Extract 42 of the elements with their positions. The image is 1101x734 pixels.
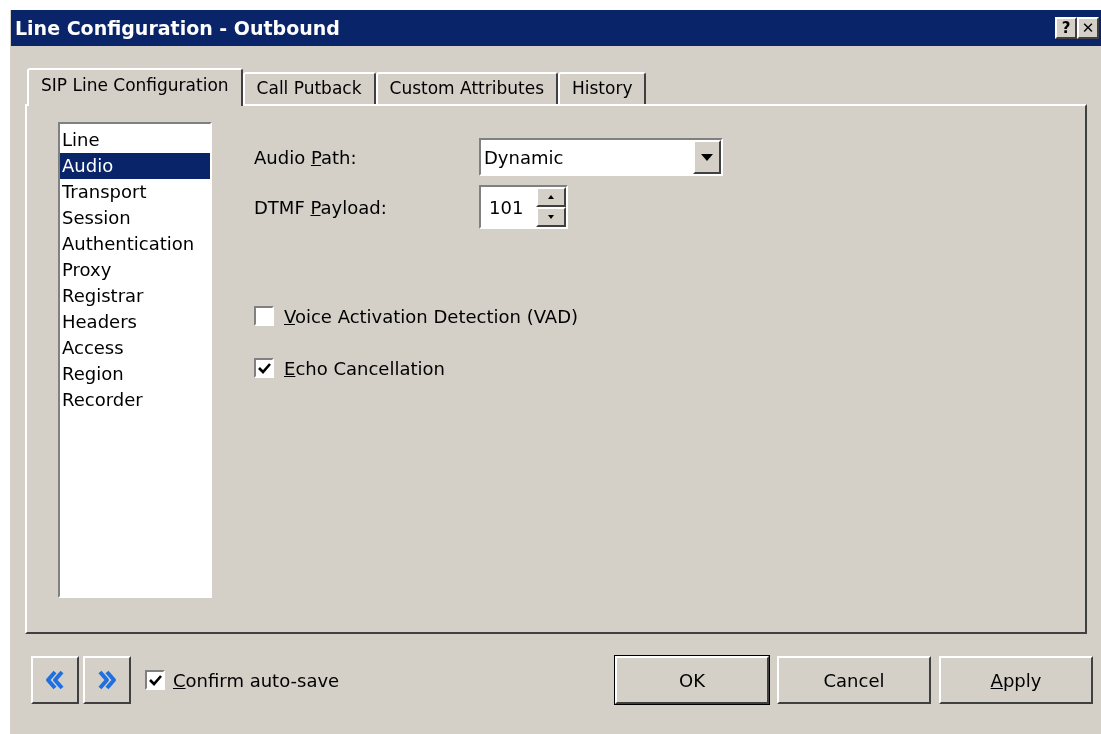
list-item[interactable]: Audio (60, 153, 210, 179)
field-label: Audio Path: (254, 145, 358, 170)
double-left-arrow-icon (44, 669, 66, 691)
dialog-button[interactable]: Cancel (777, 656, 931, 704)
title-bar-button[interactable]: ✕ (1077, 17, 1099, 39)
previous-button[interactable] (31, 656, 79, 704)
double-right-arrow-icon (96, 669, 118, 691)
tab[interactable]: SIP Line Configuration (27, 68, 243, 106)
checkbox[interactable] (254, 306, 274, 326)
list-item[interactable]: Transport (60, 179, 210, 205)
section-list[interactable]: Line Audio Transport Session Authentication Proxy Registrar Headers Access Region Recorder (58, 122, 212, 598)
tab[interactable]: Custom Attributes (375, 72, 558, 104)
list-item[interactable]: Registrar (60, 283, 210, 309)
title-bar-button[interactable]: ? (1055, 17, 1077, 39)
next-button[interactable] (83, 656, 131, 704)
field-label: DTMF Payload: (254, 195, 388, 220)
check-icon (148, 674, 162, 686)
list-item[interactable]: Access (60, 335, 210, 361)
list-item[interactable]: Session (60, 205, 210, 231)
spin-up-button[interactable] (536, 187, 566, 207)
checkbox-label: Voice Activation Detection (VAD) (284, 304, 578, 329)
checkbox-label: Confirm auto-save (173, 668, 340, 693)
list-item[interactable]: Line (60, 127, 210, 153)
window-title: Line Configuration - Outbound (15, 15, 341, 41)
dropdown[interactable]: Dynamic (479, 138, 723, 176)
check-icon (257, 362, 271, 374)
dialog-button[interactable]: Apply (939, 656, 1093, 704)
checkbox[interactable] (254, 358, 274, 378)
spin-down-button[interactable] (536, 207, 566, 227)
list-item[interactable]: Region (60, 361, 210, 387)
tab[interactable]: History (558, 72, 647, 104)
list-item[interactable]: Headers (60, 309, 210, 335)
list-item[interactable]: Recorder (60, 387, 210, 413)
spin-field[interactable]: 101 (479, 185, 568, 229)
tab[interactable]: Call Putback (242, 72, 376, 104)
down-arrow-icon (548, 215, 554, 219)
checkbox-label: Echo Cancellation (284, 356, 445, 381)
dialog-button[interactable]: OK (615, 656, 769, 704)
list-item[interactable]: Authentication (60, 231, 210, 257)
checkbox[interactable] (145, 670, 165, 690)
up-arrow-icon (548, 195, 554, 199)
list-item[interactable]: Proxy (60, 257, 210, 283)
